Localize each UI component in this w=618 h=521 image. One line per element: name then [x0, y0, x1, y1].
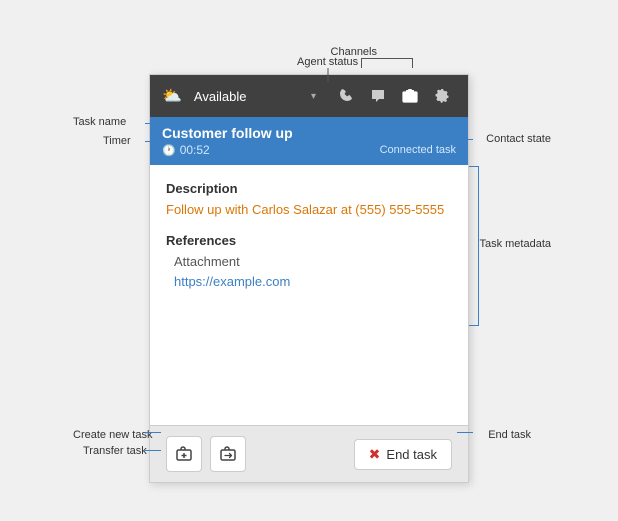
timer-outer-label: Timer [103, 135, 131, 147]
cloud-icon: ⛅ [162, 86, 182, 106]
task-channel-button[interactable] [396, 82, 424, 110]
references-section: References Attachment https://example.co… [166, 233, 452, 291]
description-heading: Description [166, 181, 452, 196]
dropdown-arrow-icon[interactable]: ▾ [311, 91, 316, 102]
task-metadata-outer-label: Task metadata [479, 238, 551, 250]
timer-value: 00:52 [180, 143, 210, 157]
task-metadata-bracket [469, 166, 479, 326]
end-task-line [457, 432, 473, 433]
task-timer: 🕐 00:52 [162, 143, 210, 157]
task-header: Customer follow up 🕐 00:52 Connected tas… [150, 117, 468, 165]
reference-link[interactable]: https://example.com [174, 274, 290, 289]
create-task-outer-label: Create new task [73, 429, 152, 441]
end-task-label: End task [386, 447, 437, 462]
channels-bracket [361, 58, 413, 68]
gear-icon [434, 88, 450, 104]
briefcase-icon [402, 88, 418, 104]
task-title: Customer follow up [162, 125, 456, 141]
header-icons [332, 82, 456, 110]
transfer-task-button[interactable] [210, 436, 246, 472]
transfer-icon [219, 445, 237, 463]
task-name-line [145, 123, 161, 124]
main-panel: ⛅ Available ▾ [149, 74, 469, 483]
settings-button[interactable] [428, 82, 456, 110]
task-body: Description Follow up with Carlos Salaza… [150, 165, 468, 425]
agent-status-text: Available [194, 89, 303, 104]
transfer-task-outer-label: Transfer task [83, 445, 147, 457]
end-task-icon: ✖ [369, 446, 381, 463]
task-subrow: 🕐 00:52 Connected task [162, 143, 456, 157]
create-task-button[interactable] [166, 436, 202, 472]
phone-channel-button[interactable] [332, 82, 360, 110]
create-task-line [145, 432, 161, 433]
chat-channel-button[interactable] [364, 82, 392, 110]
channels-label: Channels [331, 46, 377, 58]
contact-state-outer-label: Contact state [486, 133, 551, 145]
end-task-outer-label: End task [488, 429, 531, 441]
transfer-task-line [145, 450, 161, 451]
footer: ✖ End task [150, 425, 468, 482]
contact-state-line [457, 139, 473, 140]
description-text: Follow up with Carlos Salazar at (555) 5… [166, 202, 452, 217]
phone-icon [338, 88, 354, 104]
end-task-button[interactable]: ✖ End task [354, 439, 452, 470]
task-name-outer-label: Task name [73, 116, 126, 128]
references-heading: References [166, 233, 452, 248]
task-status: Connected task [380, 144, 456, 156]
attachment-item: Attachment [174, 254, 452, 269]
clock-icon: 🕐 [162, 144, 176, 157]
chat-icon [370, 88, 386, 104]
header-bar: ⛅ Available ▾ [150, 75, 468, 117]
timer-line [145, 141, 161, 142]
outer-wrapper: Agent status Channels Task name Timer Co… [149, 38, 469, 483]
briefcase-create-icon [175, 445, 193, 463]
